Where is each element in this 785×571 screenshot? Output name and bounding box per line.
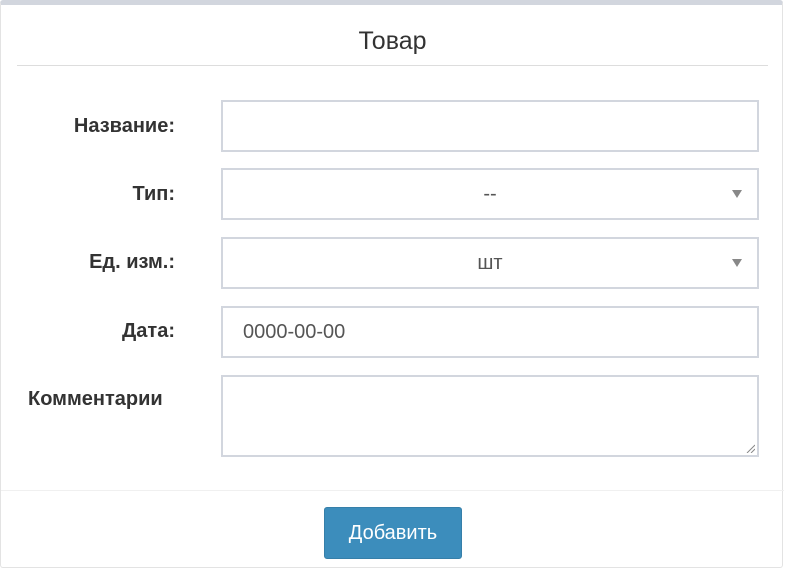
type-label: Тип: — [132, 183, 176, 205]
unit-label: Ед. изм.: — [89, 251, 175, 273]
resize-handle-icon[interactable] — [746, 444, 755, 453]
type-select[interactable]: -- — [221, 168, 759, 220]
footer-divider — [1, 490, 784, 491]
unit-select[interactable]: шт — [221, 237, 759, 289]
date-input-value: 0000-00-00 — [243, 320, 346, 343]
form-title: Товар — [358, 27, 427, 55]
comments-label: Комментарии — [28, 388, 163, 410]
add-button[interactable]: Добавить — [324, 507, 462, 559]
name-input[interactable] — [221, 100, 759, 152]
comments-textarea[interactable] — [221, 375, 759, 457]
chevron-down-icon — [732, 190, 742, 198]
title-divider — [17, 65, 768, 66]
type-select-value: -- — [483, 182, 497, 205]
name-label: Название: — [73, 115, 175, 137]
chevron-down-icon — [732, 259, 742, 267]
unit-select-value: шт — [477, 251, 503, 274]
date-label: Дата: — [122, 320, 175, 342]
date-input[interactable]: 0000-00-00 — [221, 306, 759, 358]
product-form-panel: Товар Название: Тип: -- Ед. изм.: шт Дат… — [0, 0, 784, 568]
